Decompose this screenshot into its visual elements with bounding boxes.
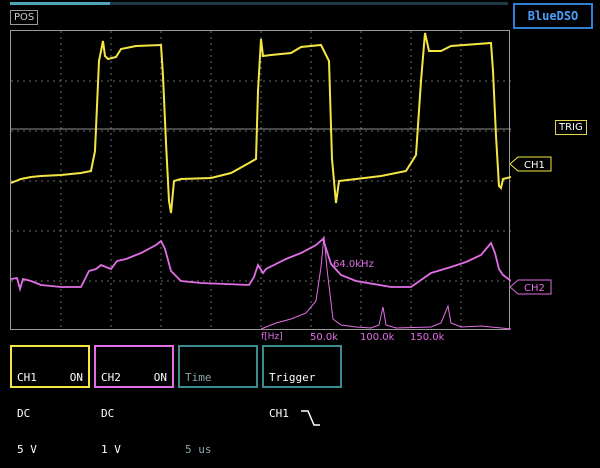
waveform-display: 64.0kHz <box>10 31 512 331</box>
ch2-marker-label: CH2 <box>524 283 545 294</box>
ch1-state: ON <box>69 371 83 384</box>
fft-tick-label: 150.0k <box>410 332 445 343</box>
position-label: POS <box>10 10 39 25</box>
scope-screen[interactable]: 64.0kHz <box>10 30 512 331</box>
position-indicator-fill <box>10 2 110 5</box>
fft-tick-label: 100.0k <box>360 332 395 343</box>
ch1-offset-marker[interactable]: CH1 <box>510 156 552 172</box>
graticule-grid <box>11 31 511 331</box>
brand-logo: BlueDSO <box>513 3 593 29</box>
ch2-coupling: DC <box>101 407 115 420</box>
ch2-scale: 1 V <box>101 443 121 456</box>
timebase-value: 5 us <box>185 443 212 456</box>
fft-axis-label: f[Hz] <box>261 332 283 342</box>
ch2-state: ON <box>153 371 167 384</box>
ch1-settings-panel[interactable]: CH1 ON DC 5 V <box>10 345 90 456</box>
ch1-marker-label: CH1 <box>524 160 545 171</box>
ch2-trace <box>10 237 512 293</box>
trigger-panel[interactable]: Trigger CH1 <box>262 345 342 426</box>
fft-spectrum <box>260 235 512 330</box>
ch1-coupling: DC <box>17 407 31 420</box>
ch1-scale: 5 V <box>17 443 37 456</box>
trigger-source: CH1 <box>269 407 289 420</box>
ch2-name: CH2 <box>101 371 121 384</box>
falling-edge-icon <box>300 410 320 426</box>
ch2-offset-marker[interactable]: CH2 <box>510 279 552 295</box>
ch1-name: CH1 <box>17 371 37 384</box>
position-indicator-bar[interactable] <box>10 2 508 5</box>
fft-peak-label: 64.0kHz <box>333 259 374 270</box>
ch2-settings-panel[interactable]: CH2 ON DC 1 V <box>94 345 174 456</box>
timebase-panel[interactable]: Time 5 us <box>178 345 258 456</box>
trigger-title: Trigger <box>269 371 316 384</box>
timebase-title: Time <box>185 371 212 384</box>
trigger-level-marker[interactable]: TRIG <box>555 120 587 135</box>
fft-tick-label: 50.0k <box>310 332 339 343</box>
